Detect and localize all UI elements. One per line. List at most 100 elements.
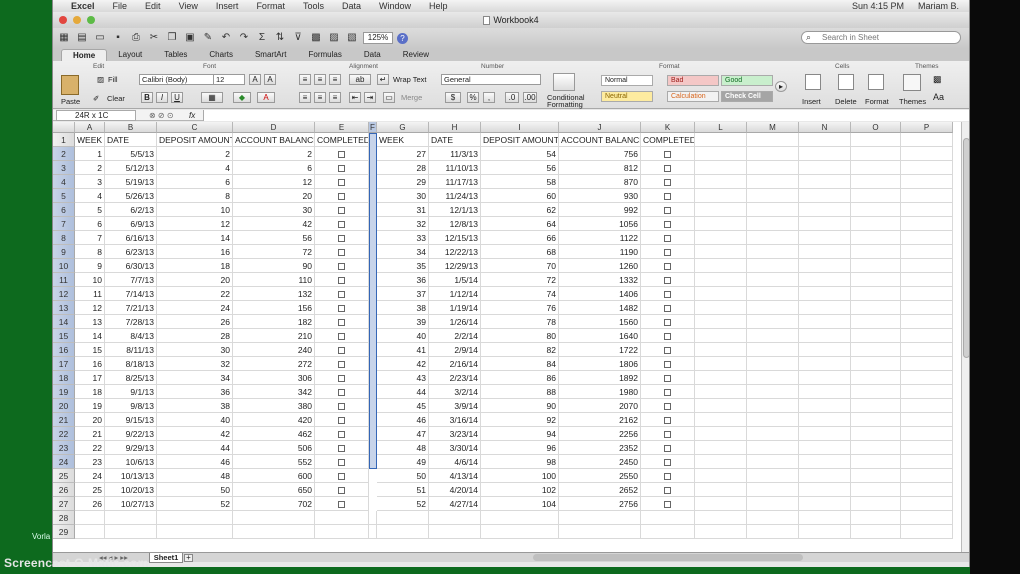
balance-cell[interactable]: 156 (233, 301, 315, 315)
header-cell[interactable]: DATE (105, 133, 157, 147)
empty-cell[interactable] (747, 441, 799, 455)
date-cell[interactable]: 3/9/14 (429, 399, 481, 413)
empty-cell[interactable] (851, 455, 901, 469)
deposit-cell[interactable]: 14 (157, 231, 233, 245)
date-cell[interactable]: 4/20/14 (429, 483, 481, 497)
header-cell[interactable]: DATE (429, 133, 481, 147)
balance-cell[interactable]: 182 (233, 315, 315, 329)
empty-cell[interactable] (851, 413, 901, 427)
empty-cell[interactable] (901, 455, 953, 469)
deposit-cell[interactable]: 2 (157, 147, 233, 161)
deposit-cell[interactable]: 28 (157, 329, 233, 343)
completed-cell[interactable] (641, 385, 695, 399)
deposit-cell[interactable]: 50 (157, 483, 233, 497)
completed-cell[interactable] (641, 287, 695, 301)
new-workbook-icon[interactable]: ▦ (57, 31, 71, 45)
empty-cell[interactable] (747, 385, 799, 399)
empty-cell[interactable] (695, 385, 747, 399)
name-box-menu-icon[interactable]: ⊗ ⊘ ⊙ (149, 110, 174, 121)
balance-cell[interactable]: 600 (233, 469, 315, 483)
header-cell[interactable]: ACCOUNT BALANCE (559, 133, 641, 147)
empty-cell[interactable] (481, 525, 559, 539)
week-cell[interactable]: 17 (75, 371, 105, 385)
cut-icon[interactable]: ✂ (147, 31, 161, 45)
empty-cell[interactable] (747, 301, 799, 315)
checkbox-icon[interactable] (338, 305, 345, 313)
empty-cell[interactable] (901, 147, 953, 161)
empty-cell[interactable] (641, 511, 695, 525)
empty-cell[interactable] (901, 329, 953, 343)
balance-cell[interactable]: 132 (233, 287, 315, 301)
date-cell[interactable]: 7/14/13 (105, 287, 157, 301)
week-cell[interactable]: 27 (377, 147, 429, 161)
checkbox-icon[interactable] (664, 361, 671, 369)
balance-cell[interactable]: 1560 (559, 315, 641, 329)
deposit-cell[interactable]: 10 (157, 203, 233, 217)
empty-cell[interactable] (747, 189, 799, 203)
empty-cell[interactable] (105, 511, 157, 525)
empty-cell[interactable] (369, 525, 377, 539)
empty-cell[interactable] (695, 497, 747, 511)
empty-cell[interactable] (851, 133, 901, 147)
date-cell[interactable]: 8/11/13 (105, 343, 157, 357)
empty-cell[interactable] (799, 371, 851, 385)
format-cells-icon[interactable] (868, 74, 884, 90)
date-cell[interactable]: 3/2/14 (429, 385, 481, 399)
empty-cell[interactable] (747, 483, 799, 497)
date-cell[interactable]: 6/23/13 (105, 245, 157, 259)
underline-button[interactable]: U (171, 92, 183, 103)
menu-item-insert[interactable]: Insert (216, 1, 239, 11)
date-cell[interactable]: 8/25/13 (105, 371, 157, 385)
empty-cell[interactable] (901, 301, 953, 315)
column-header-g[interactable]: G (377, 122, 429, 133)
clear-button[interactable]: Clear (107, 94, 125, 103)
balance-cell[interactable]: 930 (559, 189, 641, 203)
week-cell[interactable]: 49 (377, 455, 429, 469)
deposit-cell[interactable]: 72 (481, 273, 559, 287)
checkbox-icon[interactable] (664, 207, 671, 215)
balance-cell[interactable]: 2550 (559, 469, 641, 483)
week-cell[interactable]: 45 (377, 399, 429, 413)
empty-cell[interactable] (695, 511, 747, 525)
completed-cell[interactable] (315, 343, 369, 357)
week-cell[interactable]: 38 (377, 301, 429, 315)
print-icon[interactable]: ⎙ (129, 31, 143, 45)
completed-cell[interactable] (641, 259, 695, 273)
completed-cell[interactable] (641, 231, 695, 245)
empty-cell[interactable] (799, 525, 851, 539)
column-header-l[interactable]: L (695, 122, 747, 133)
empty-cell[interactable] (799, 343, 851, 357)
empty-cell[interactable] (901, 287, 953, 301)
date-cell[interactable]: 5/5/13 (105, 147, 157, 161)
completed-cell[interactable] (641, 483, 695, 497)
empty-cell[interactable] (747, 175, 799, 189)
date-cell[interactable]: 2/23/14 (429, 371, 481, 385)
empty-cell[interactable] (695, 315, 747, 329)
deposit-cell[interactable]: 96 (481, 441, 559, 455)
week-cell[interactable]: 42 (377, 357, 429, 371)
checkbox-icon[interactable] (338, 207, 345, 215)
balance-cell[interactable]: 2756 (559, 497, 641, 511)
empty-cell[interactable] (695, 441, 747, 455)
empty-cell[interactable] (75, 511, 105, 525)
checkbox-icon[interactable] (664, 193, 671, 201)
date-cell[interactable]: 6/30/13 (105, 259, 157, 273)
empty-cell[interactable] (747, 259, 799, 273)
row-header[interactable]: 23 (53, 441, 75, 455)
empty-cell[interactable] (747, 147, 799, 161)
gallery-icon[interactable]: ▩ (309, 31, 323, 45)
empty-cell[interactable] (851, 147, 901, 161)
menu-item-excel[interactable]: Excel (71, 1, 95, 11)
completed-cell[interactable] (641, 497, 695, 511)
completed-cell[interactable] (641, 245, 695, 259)
empty-cell[interactable] (799, 273, 851, 287)
empty-cell[interactable] (695, 301, 747, 315)
themes-button[interactable]: Themes (899, 97, 926, 106)
empty-cell[interactable] (851, 399, 901, 413)
empty-cell[interactable] (851, 427, 901, 441)
menu-item-edit[interactable]: Edit (145, 1, 161, 11)
completed-cell[interactable] (315, 203, 369, 217)
row-header[interactable]: 1 (53, 133, 75, 147)
delete-cells-icon[interactable] (838, 74, 854, 90)
empty-cell[interactable] (799, 301, 851, 315)
